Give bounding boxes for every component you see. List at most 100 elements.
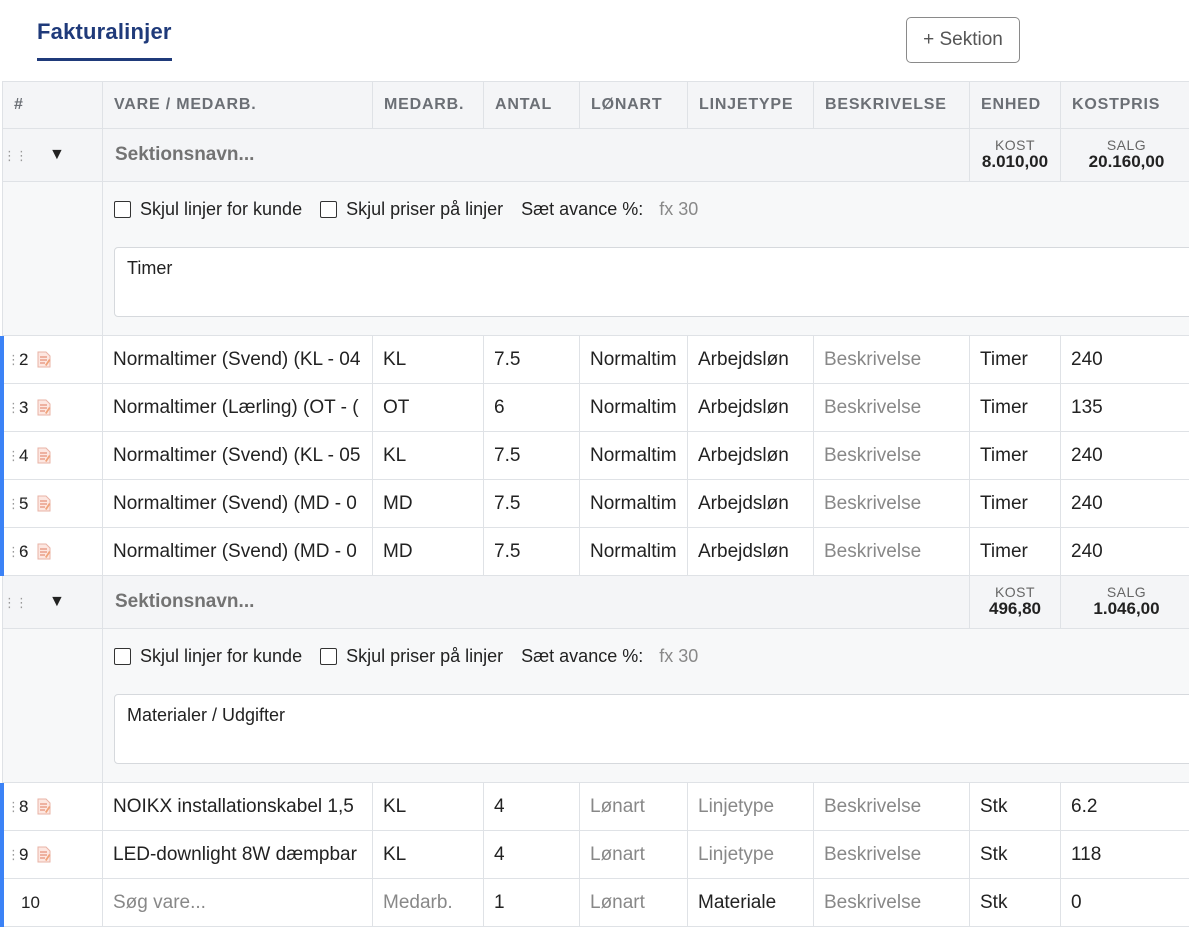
quantity-cell[interactable]: 7.5 — [483, 479, 580, 528]
description-cell[interactable]: Beskrivelse — [813, 479, 970, 528]
wage-type-cell[interactable]: Lønart — [579, 782, 688, 831]
drag-handle-icon[interactable]: ⋮⋮ — [7, 799, 32, 815]
line-type-cell[interactable]: Linjetype — [687, 782, 814, 831]
table-row[interactable]: ⋮⋮4 Normaltimer (Svend) (KL - 05 KL 7.5 Norm… — [2, 431, 1189, 480]
line-type-cell[interactable]: Arbejdsløn — [687, 431, 814, 480]
section-name-input[interactable]: Sektionsnavn... — [102, 128, 970, 182]
description-input[interactable]: Beskrivelse — [813, 878, 970, 927]
table-row[interactable]: ⋮⋮2 Normaltimer (Svend) (KL - 04 KL 7.5 Norm… — [2, 335, 1189, 384]
table-row[interactable]: ⋮⋮8 NOIKX installationskabel 1,5 KL 4 Lønart… — [2, 782, 1189, 831]
unit-cell[interactable]: Stk — [969, 830, 1061, 879]
quantity-cell[interactable]: 7.5 — [483, 527, 580, 576]
wage-type-cell[interactable]: Normaltim — [579, 479, 688, 528]
tab-fakturalinjer[interactable]: Fakturalinjer — [37, 19, 172, 61]
hide-prices-checkbox[interactable]: Skjul priser på linjer — [320, 646, 503, 667]
table-row[interactable]: ⋮⋮9 LED-downlight 8W dæmpbar KL 4 Lønart Linj… — [2, 830, 1189, 879]
edit-note-icon[interactable] — [37, 543, 51, 560]
line-type-select[interactable]: Materiale — [687, 878, 814, 927]
section-name-input[interactable]: Sektionsnavn... — [102, 575, 970, 629]
unit-cell[interactable]: Timer — [969, 431, 1061, 480]
drag-handle-icon[interactable]: ⋮⋮ — [7, 544, 32, 560]
checkbox-icon[interactable] — [320, 648, 338, 665]
cost-price-cell[interactable]: 240 — [1060, 527, 1189, 576]
checkbox-icon[interactable] — [320, 201, 338, 218]
unit-input[interactable]: Stk — [969, 878, 1061, 927]
edit-note-icon[interactable] — [37, 495, 51, 512]
quantity-cell[interactable]: 6 — [483, 383, 580, 432]
hide-lines-checkbox[interactable]: Skjul linjer for kunde — [114, 646, 302, 667]
description-cell[interactable]: Beskrivelse — [813, 782, 970, 831]
employee-cell[interactable]: OT — [372, 383, 484, 432]
description-cell[interactable]: Beskrivelse — [813, 527, 970, 576]
line-type-cell[interactable]: Arbejdsløn — [687, 479, 814, 528]
quantity-cell[interactable]: 7.5 — [483, 431, 580, 480]
table-row[interactable]: ⋮⋮3 Normaltimer (Lærling) (OT - (OT 6 Norma… — [2, 383, 1189, 432]
checkbox-icon[interactable] — [114, 648, 131, 665]
unit-cell[interactable]: Stk — [969, 782, 1061, 831]
unit-cell[interactable]: Timer — [969, 479, 1061, 528]
edit-note-icon[interactable] — [37, 399, 51, 416]
drag-handle-icon[interactable]: ⋮⋮ — [7, 448, 32, 464]
markup-input[interactable]: fx 30 — [659, 646, 698, 667]
cost-price-cell[interactable]: 135 — [1060, 383, 1189, 432]
cost-price-cell[interactable]: 240 — [1060, 335, 1189, 384]
employee-cell[interactable]: MD — [372, 527, 484, 576]
table-row[interactable]: ⋮⋮5 Normaltimer (Svend) (MD - 0 MD 7.5 Norma… — [2, 479, 1189, 528]
hide-lines-checkbox[interactable]: Skjul linjer for kunde — [114, 199, 302, 220]
drag-handle-icon[interactable]: ⋮⋮ — [3, 595, 28, 611]
table-row[interactable]: ⋮⋮6 Normaltimer (Svend) (MD - 0 MD 7.5 Norma… — [2, 527, 1189, 576]
hide-prices-checkbox[interactable]: Skjul priser på linjer — [320, 199, 503, 220]
item-cell[interactable]: Normaltimer (Svend) (MD - 0 — [102, 479, 373, 528]
unit-cell[interactable]: Timer — [969, 383, 1061, 432]
quantity-input[interactable]: 1 — [483, 878, 580, 927]
line-type-cell[interactable]: Linjetype — [687, 830, 814, 879]
edit-note-icon[interactable] — [37, 846, 51, 863]
section-text-field[interactable]: Materialer / Udgifter — [114, 694, 1189, 764]
quantity-cell[interactable]: 4 — [483, 830, 580, 879]
section-collapse-toggle[interactable]: ⋮⋮ ▼ — [2, 128, 103, 182]
drag-handle-icon[interactable]: ⋮⋮ — [3, 148, 28, 164]
item-cell[interactable]: Normaltimer (Svend) (MD - 0 — [102, 527, 373, 576]
item-cell[interactable]: Normaltimer (Svend) (KL - 05 — [102, 431, 373, 480]
unit-cell[interactable]: Timer — [969, 335, 1061, 384]
wage-type-cell[interactable]: Lønart — [579, 830, 688, 879]
markup-input[interactable]: fx 30 — [659, 199, 698, 220]
description-cell[interactable]: Beskrivelse — [813, 383, 970, 432]
edit-note-icon[interactable] — [37, 798, 51, 815]
wage-type-cell[interactable]: Normaltim — [579, 335, 688, 384]
employee-cell[interactable]: MD — [372, 479, 484, 528]
item-cell[interactable]: NOIKX installationskabel 1,5 — [102, 782, 373, 831]
wage-type-cell[interactable]: Normaltim — [579, 527, 688, 576]
section-text-field[interactable]: Timer — [114, 247, 1189, 317]
item-cell[interactable]: Normaltimer (Svend) (KL - 04 — [102, 335, 373, 384]
wage-type-select[interactable]: Lønart — [579, 878, 688, 927]
cost-price-cell[interactable]: 6.2 — [1060, 782, 1189, 831]
wage-type-cell[interactable]: Normaltim — [579, 383, 688, 432]
chevron-down-icon[interactable]: ▼ — [49, 593, 65, 610]
employee-cell[interactable]: KL — [372, 830, 484, 879]
unit-cell[interactable]: Timer — [969, 527, 1061, 576]
cost-price-input[interactable]: 0 — [1060, 878, 1189, 927]
quantity-cell[interactable]: 4 — [483, 782, 580, 831]
edit-note-icon[interactable] — [37, 351, 51, 368]
employee-input[interactable]: Medarb. — [372, 878, 484, 927]
wage-type-cell[interactable]: Normaltim — [579, 431, 688, 480]
line-type-cell[interactable]: Arbejdsløn — [687, 335, 814, 384]
drag-handle-icon[interactable]: ⋮⋮ — [7, 847, 32, 863]
section-collapse-toggle[interactable]: ⋮⋮ ▼ — [2, 575, 103, 629]
cost-price-cell[interactable]: 118 — [1060, 830, 1189, 879]
edit-note-icon[interactable] — [37, 447, 51, 464]
item-search-input[interactable]: Søg vare... — [102, 878, 373, 927]
drag-handle-icon[interactable]: ⋮⋮ — [7, 352, 32, 368]
employee-cell[interactable]: KL — [372, 335, 484, 384]
cost-price-cell[interactable]: 240 — [1060, 431, 1189, 480]
description-cell[interactable]: Beskrivelse — [813, 431, 970, 480]
checkbox-icon[interactable] — [114, 201, 131, 218]
add-section-button[interactable]: + Sektion — [906, 17, 1020, 63]
line-type-cell[interactable]: Arbejdsløn — [687, 383, 814, 432]
employee-cell[interactable]: KL — [372, 782, 484, 831]
chevron-down-icon[interactable]: ▼ — [49, 146, 65, 163]
item-cell[interactable]: Normaltimer (Lærling) (OT - ( — [102, 383, 373, 432]
description-cell[interactable]: Beskrivelse — [813, 830, 970, 879]
new-line-row[interactable]: 10 Søg vare... Medarb. 1 Lønart Materiale Besk… — [2, 878, 1189, 927]
